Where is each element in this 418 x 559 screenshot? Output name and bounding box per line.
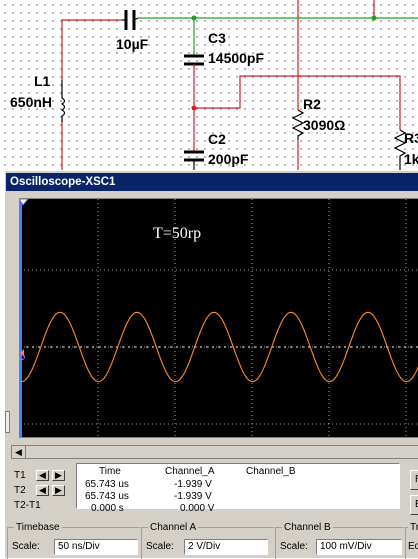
t2-t1-label: T2-T1 (14, 500, 41, 511)
horizontal-scrollbar[interactable]: ◀ (11, 445, 418, 459)
c2-value-label: 200pF (208, 151, 249, 167)
vertical-scroll-stub[interactable] (5, 411, 10, 433)
r2-name-label: R2 (303, 96, 321, 112)
t1-channel-a: -1.939 V (174, 479, 212, 490)
channel-b-group: Channel B Scale: 100 mV/Div (275, 522, 404, 559)
c2-name-label: C2 (208, 131, 226, 147)
junction-dot (191, 15, 197, 21)
r2-value-label: 3090Ω (303, 117, 346, 133)
t1-time: 65.743 us (85, 479, 129, 490)
t2-right-arrow-icon[interactable]: ▶ (52, 485, 65, 496)
timebase-group: Timebase Scale: 50 ns/Div (7, 522, 140, 559)
wire-red-mid (194, 75, 401, 130)
trigger-title: Tr (408, 522, 418, 534)
waveform-display: T=50rp (17, 198, 418, 437)
t1-label: T1 (14, 470, 26, 481)
channel-a-title: Channel A (148, 522, 199, 534)
t2-label: T2 (14, 485, 26, 496)
readout-table: Time Channel_A Channel_B 65.743 us -1.93… (76, 463, 400, 514)
c3-value-label: 14500pF (208, 50, 265, 66)
c3-name-label: C3 (208, 30, 226, 46)
inductor-l1-coil (60, 80, 66, 122)
t2-left-arrow-icon[interactable]: ◀ (36, 485, 49, 496)
channel-a-scale-label: Scale: (146, 541, 174, 552)
trigger-group: Tr Ed (405, 522, 418, 559)
junction-dot (191, 105, 197, 111)
scroll-left-arrow-icon[interactable]: ◀ (12, 446, 26, 458)
channel-b-title: Channel B (282, 522, 333, 534)
window-titlebar[interactable]: Oscilloscope-XSC1 (6, 173, 418, 191)
r3-name-label: R3 (404, 130, 418, 146)
reverse-button[interactable]: R (410, 470, 418, 490)
t2-t1-time: 0.000 s (91, 503, 124, 514)
l1-name-label: L1 (34, 73, 51, 89)
t2-time: 65.743 us (85, 491, 129, 502)
resistor-r2-zigzag (291, 109, 305, 140)
timebase-title: Timebase (14, 522, 62, 534)
wire-red-left (61, 19, 122, 80)
oscilloscope-screen[interactable]: T=50rp (17, 198, 418, 438)
t1-right-arrow-icon[interactable]: ▶ (52, 470, 65, 481)
scope-annotation: T=50rp (153, 225, 201, 242)
oscilloscope-window[interactable]: Oscilloscope-XSC1 T=50rp ◀ T1 T2 T2-T1 ◀… (4, 170, 418, 559)
header-channel-a: Channel_A (165, 466, 215, 477)
save-button[interactable]: Ed (410, 495, 418, 515)
channel-b-scale-label: Scale: (280, 541, 308, 552)
trigger-edge-label: Ed (408, 541, 418, 552)
window-title: Oscilloscope-XSC1 (10, 176, 116, 188)
timebase-scale-field[interactable]: 50 ns/Div (54, 539, 138, 555)
channel-a-scale-field[interactable]: 2 V/Div (184, 539, 268, 555)
screen-grid (20, 199, 418, 437)
cursor-readout: T1 T2 T2-T1 ◀ ▶ ◀ ▶ Time Channel_A Chann… (12, 461, 418, 515)
channel-a-group: Channel A Scale: 2 V/Div (141, 522, 274, 559)
junction-dot (371, 15, 377, 21)
t2-t1-channel-a: 0.000 V (180, 503, 215, 514)
channel-b-scale-field[interactable]: 100 mV/Div (316, 539, 402, 555)
header-channel-b: Channel_B (246, 466, 296, 477)
t1-left-arrow-icon[interactable]: ◀ (36, 470, 49, 481)
header-time: Time (99, 466, 121, 477)
l1-value-label: 650nH (10, 94, 53, 110)
timebase-scale-label: Scale: (12, 541, 40, 552)
r3-value-label: 1k (404, 151, 418, 167)
c1-value-label: 10µF (116, 36, 149, 52)
t2-channel-a: -1.939 V (174, 491, 212, 502)
